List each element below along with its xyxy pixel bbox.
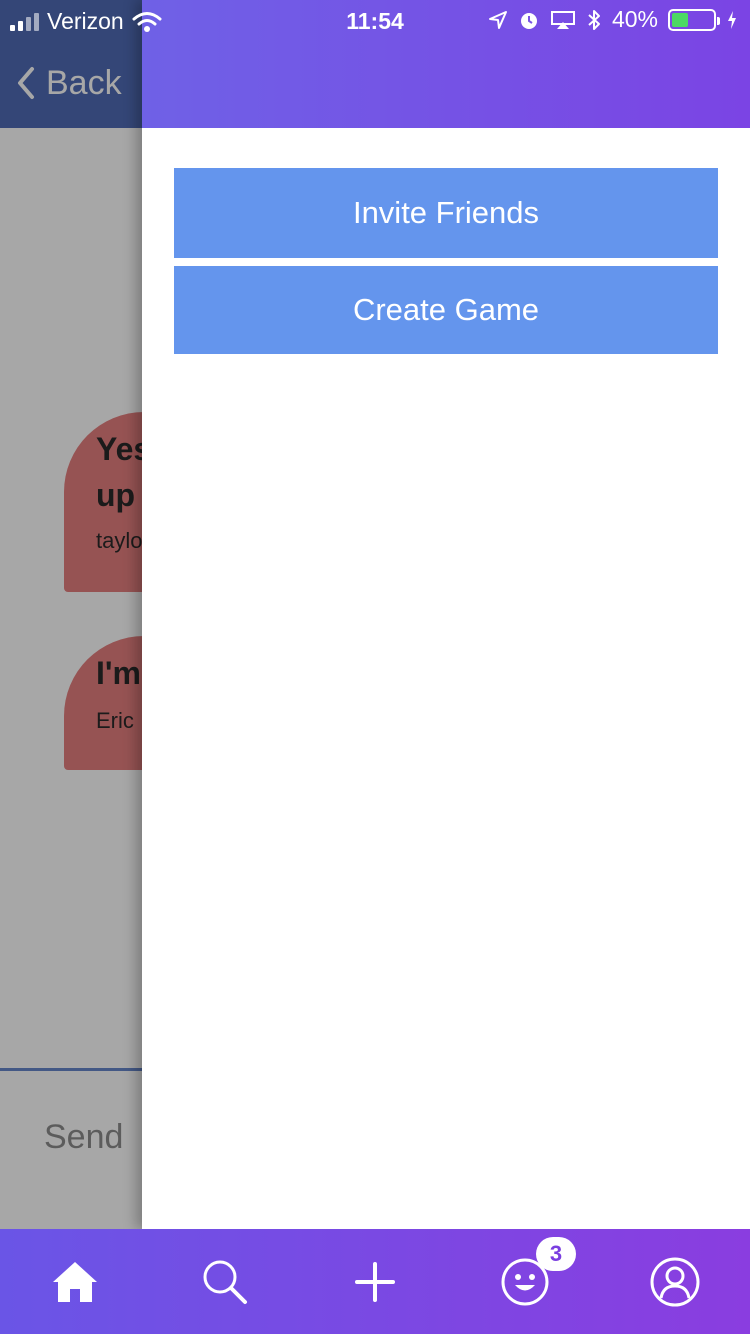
tab-bar: 3 <box>0 1229 750 1334</box>
tab-search[interactable] <box>150 1229 300 1334</box>
status-icons: 40% <box>488 6 738 33</box>
plus-icon <box>355 1261 395 1302</box>
create-game-button[interactable]: Create Game <box>174 266 718 354</box>
profile-icon <box>650 1257 700 1306</box>
status-bar: Verizon 11:54 40% <box>0 0 750 40</box>
location-icon <box>488 10 507 29</box>
tab-add[interactable] <box>300 1229 450 1334</box>
battery-level <box>672 12 688 27</box>
tab-profile[interactable] <box>600 1229 750 1334</box>
alarm-icon <box>520 12 537 29</box>
battery-percent: 40% <box>611 6 658 32</box>
bluetooth-icon <box>588 9 600 30</box>
invite-friends-button[interactable]: Invite Friends <box>174 168 718 258</box>
charging-icon <box>728 10 736 29</box>
notification-badge: 3 <box>536 1237 576 1271</box>
tab-activity[interactable]: 3 <box>450 1229 600 1334</box>
home-icon <box>53 1261 97 1302</box>
battery-icon <box>668 8 720 31</box>
side-drawer: Invite Friends Create Game <box>142 0 750 1229</box>
search-icon <box>203 1260 247 1304</box>
airplay-icon <box>550 10 575 29</box>
tab-home[interactable] <box>0 1229 150 1334</box>
